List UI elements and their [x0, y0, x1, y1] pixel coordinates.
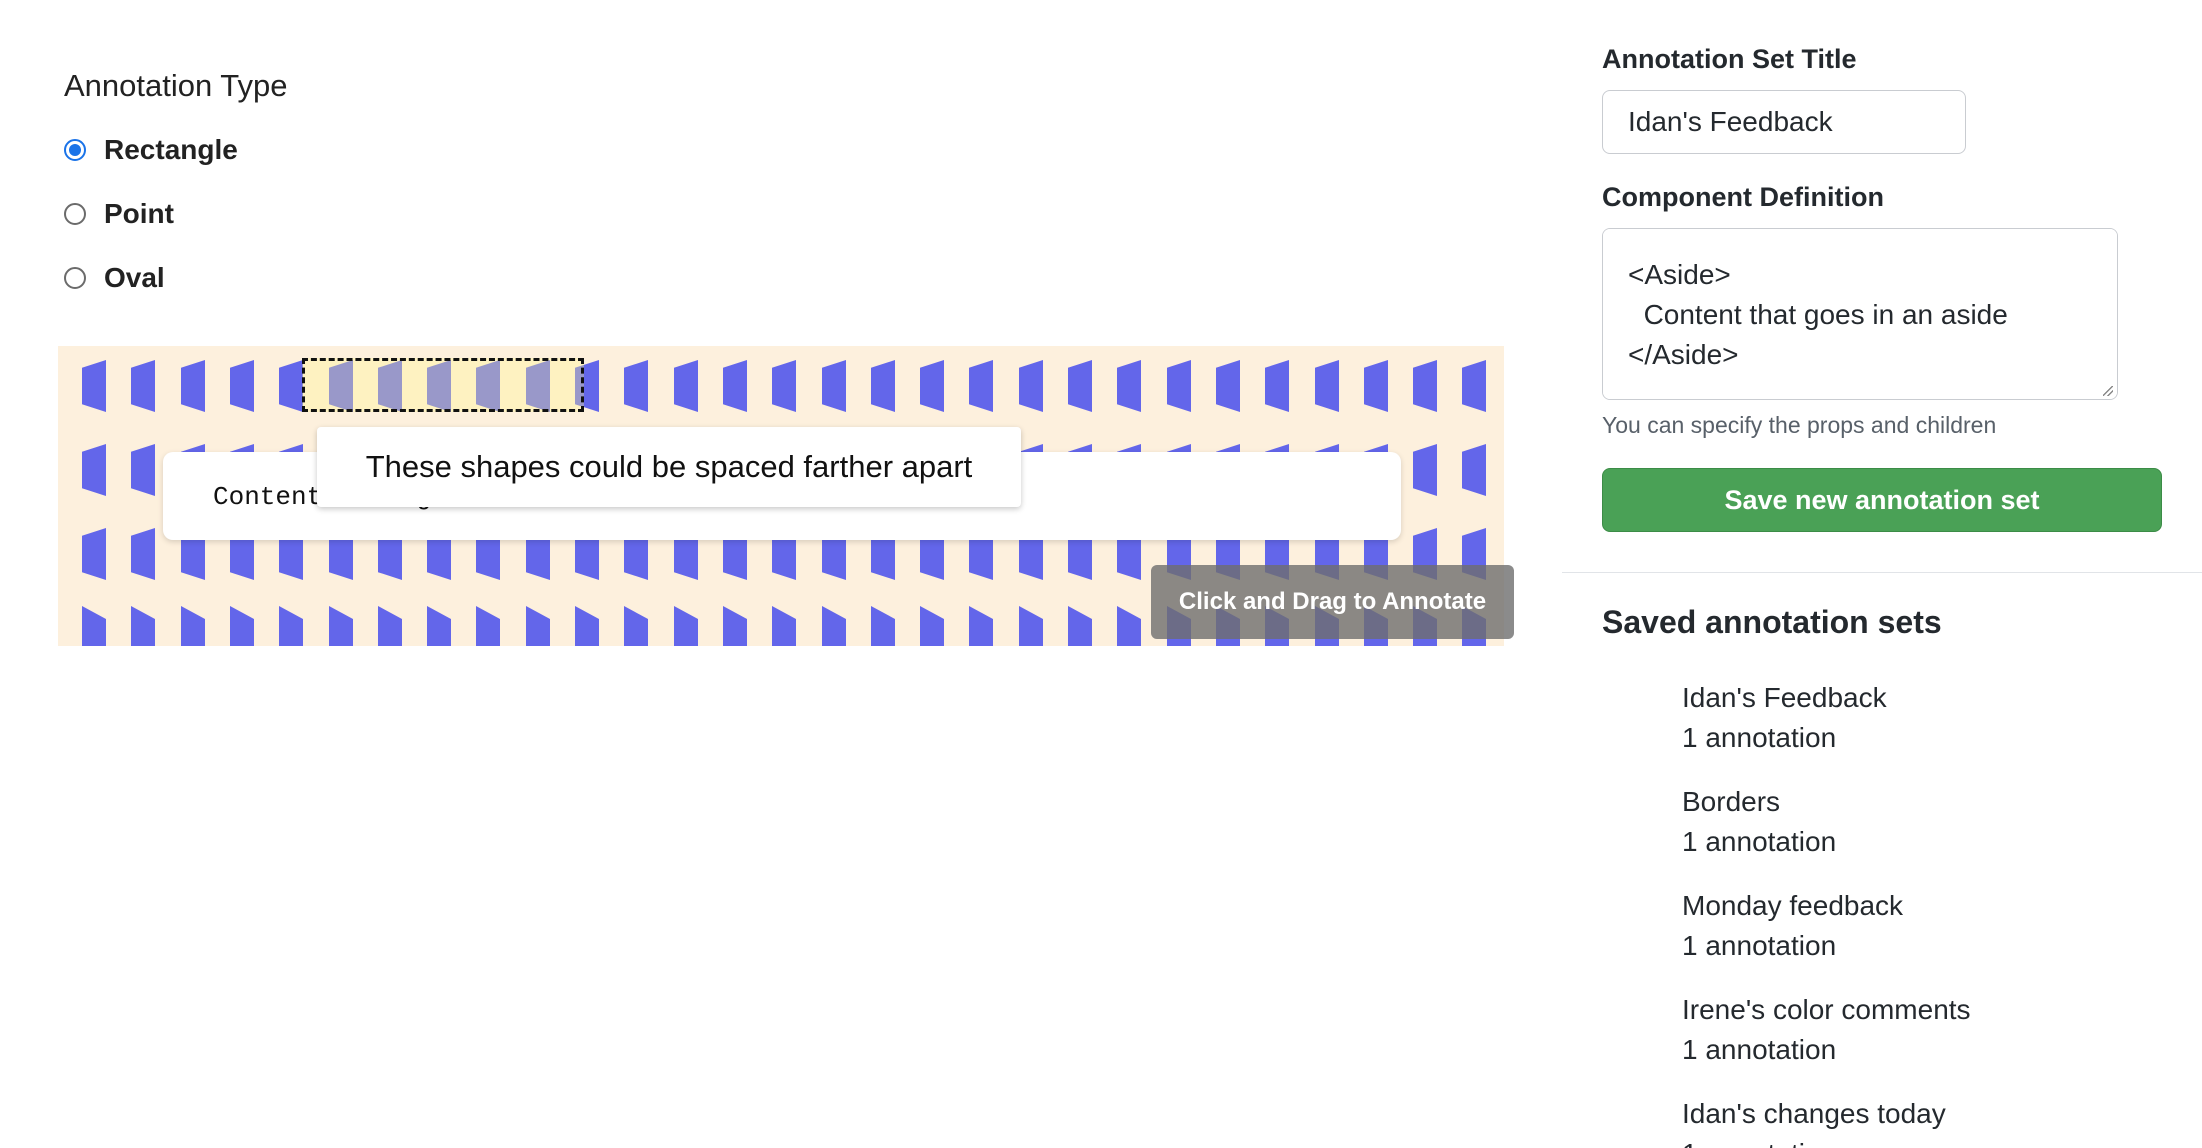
divider [1562, 572, 2202, 573]
saved-sets-title: Saved annotation sets [1602, 604, 1942, 640]
saved-set-count: 1 annotation [1682, 1134, 1971, 1148]
component-definition-label: Component Definition [1602, 182, 1884, 212]
pattern-shape [427, 606, 451, 646]
pattern-shape [131, 444, 155, 496]
pattern-shape [822, 360, 846, 412]
pattern-shape [230, 360, 254, 412]
pattern-shape [279, 360, 303, 412]
pattern-shape [82, 606, 106, 646]
pattern-shape [378, 606, 402, 646]
radio-point[interactable]: Point [64, 198, 174, 230]
pattern-shape [723, 360, 747, 412]
pattern-shape [131, 528, 155, 580]
annotation-type-title: Annotation Type [64, 68, 288, 103]
radio-label-point: Point [104, 198, 174, 229]
pattern-shape [1068, 360, 1092, 412]
pattern-shape [1413, 360, 1437, 412]
pattern-shape [772, 606, 796, 646]
annotation-tool-page: Annotation Type Rectangle Point Oval Con… [0, 0, 2202, 1148]
pattern-shape [1462, 444, 1486, 496]
pattern-shape [279, 606, 303, 646]
resize-grip-icon[interactable] [2103, 386, 2113, 396]
saved-sets-list: Idan's Feedback 1 annotation Borders 1 a… [1682, 678, 1971, 1148]
saved-set-name: Idan's Feedback [1682, 682, 1887, 713]
saved-set-item[interactable]: Idan's Feedback 1 annotation [1682, 678, 1971, 782]
pattern-shape [1364, 360, 1388, 412]
pattern-shape [624, 360, 648, 412]
saved-set-count: 1 annotation [1682, 826, 1837, 857]
saved-set-item[interactable]: Idan's changes today 1 annotation [1682, 1094, 1971, 1148]
radio-rectangle[interactable]: Rectangle [64, 134, 238, 166]
saved-set-count: 1 annotation [1682, 930, 1837, 961]
pattern-shape [329, 606, 353, 646]
pattern-shape [575, 606, 599, 646]
pattern-row [82, 360, 1502, 420]
pattern-shape [822, 606, 846, 646]
pattern-shape [871, 360, 895, 412]
pattern-shape [920, 606, 944, 646]
pattern-shape [1167, 360, 1191, 412]
pattern-shape [131, 360, 155, 412]
pattern-shape [624, 606, 648, 646]
pattern-shape [969, 606, 993, 646]
pattern-shape [476, 606, 500, 646]
pattern-shape [871, 606, 895, 646]
radio-label-rectangle: Rectangle [104, 134, 238, 165]
pattern-shape [181, 606, 205, 646]
annotation-comment-tooltip: These shapes could be spaced farther apa… [317, 427, 1021, 507]
saved-set-item[interactable]: Borders 1 annotation [1682, 782, 1971, 886]
annotation-rectangle[interactable] [302, 358, 584, 412]
pattern-shape [82, 528, 106, 580]
pattern-shape [969, 360, 993, 412]
saved-set-name: Borders [1682, 786, 1781, 817]
saved-set-name: Monday feedback [1682, 890, 1904, 921]
radio-button-checked[interactable] [64, 139, 86, 161]
pattern-shape [1068, 606, 1092, 646]
pattern-shape [131, 606, 155, 646]
pattern-shape [674, 360, 698, 412]
pattern-shape [1117, 606, 1141, 646]
radio-label-oval: Oval [104, 262, 165, 293]
pattern-shape [723, 606, 747, 646]
saved-set-item[interactable]: Monday feedback 1 annotation [1682, 886, 1971, 990]
saved-set-count: 1 annotation [1682, 722, 1837, 753]
pattern-shape [1265, 360, 1289, 412]
pattern-shape [1413, 444, 1437, 496]
pattern-shape [674, 606, 698, 646]
pattern-shape [1216, 360, 1240, 412]
pattern-shape [1117, 360, 1141, 412]
pattern-shape [82, 360, 106, 412]
saved-set-item[interactable]: Irene's color comments 1 annotation [1682, 990, 1971, 1094]
pattern-shape [1019, 606, 1043, 646]
radio-button[interactable] [64, 267, 86, 289]
pattern-shape [82, 444, 106, 496]
pattern-shape [526, 606, 550, 646]
set-title-input[interactable] [1602, 90, 1966, 154]
saved-set-name: Idan's changes today [1682, 1098, 1946, 1129]
pattern-shape [181, 360, 205, 412]
pattern-shape [230, 606, 254, 646]
pattern-shape [1315, 360, 1339, 412]
definition-hint: You can specify the props and children [1602, 412, 1997, 438]
pattern-shape [1019, 360, 1043, 412]
pattern-shape [920, 360, 944, 412]
save-annotation-set-button[interactable]: Save new annotation set [1602, 468, 2162, 532]
component-definition-textarea[interactable]: <Aside> Content that goes in an aside </… [1602, 228, 2118, 400]
radio-button[interactable] [64, 203, 86, 225]
pattern-shape [1462, 360, 1486, 412]
drag-hint-badge: Click and Drag to Annotate [1151, 565, 1514, 639]
saved-set-name: Irene's color comments [1682, 994, 1971, 1025]
pattern-shape [772, 360, 796, 412]
radio-oval[interactable]: Oval [64, 262, 165, 294]
saved-set-count: 1 annotation [1682, 1034, 1837, 1065]
set-title-label: Annotation Set Title [1602, 44, 1857, 74]
